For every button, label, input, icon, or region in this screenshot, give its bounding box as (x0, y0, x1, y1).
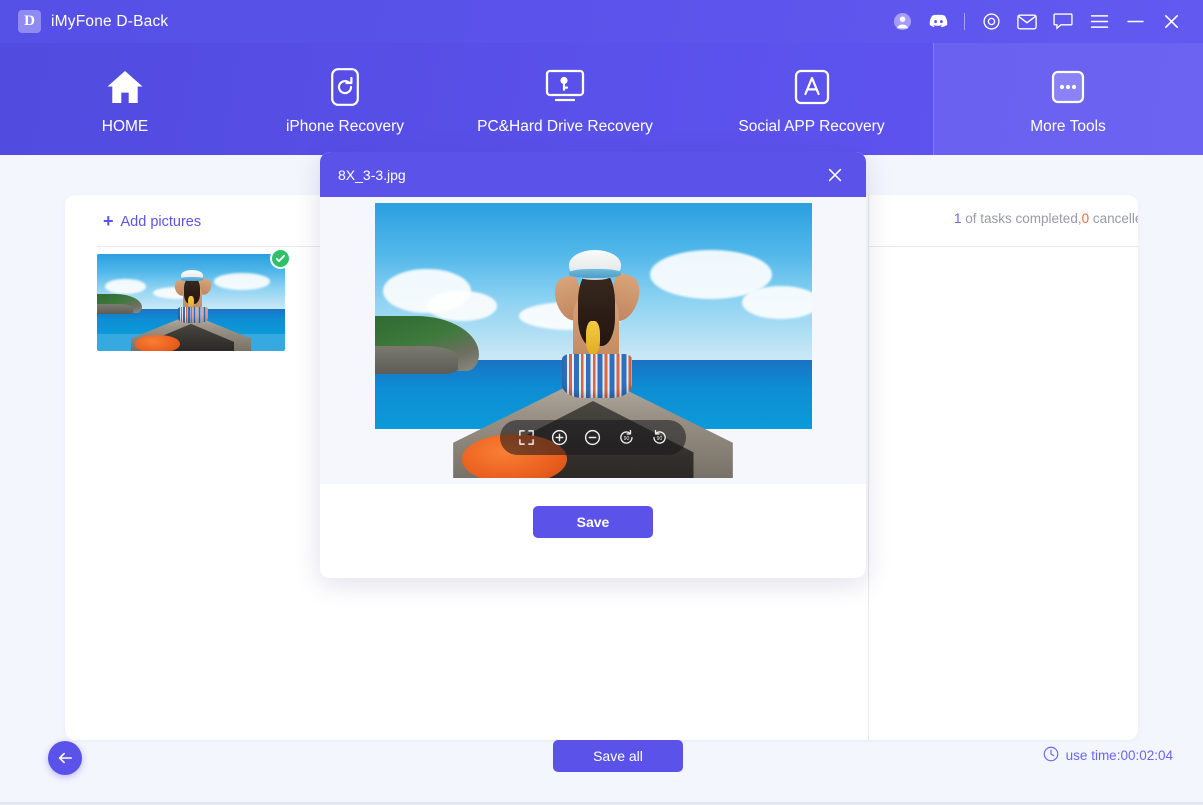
home-icon (104, 67, 146, 107)
nav-item-home[interactable]: HOME (0, 43, 250, 155)
appstore-icon (794, 67, 830, 107)
add-pictures-label: Add pictures (120, 214, 202, 230)
rotate-left-90-icon[interactable]: 90 (615, 426, 638, 449)
modal-close-icon[interactable] (822, 162, 848, 188)
task-status-text: 1 of tasks completed,0 cancelled (954, 211, 1138, 226)
save-button[interactable]: Save (533, 506, 653, 538)
minimize-icon[interactable] (1117, 0, 1153, 43)
brand: D iMyFone D-Back (18, 10, 168, 33)
modal-body: 90 90 (320, 197, 866, 484)
titlebar-divider (964, 13, 965, 30)
modal-file-name: 8X_3-3.jpg (338, 166, 406, 183)
status-text-end: cancelled (1092, 211, 1138, 226)
back-button[interactable] (48, 741, 82, 775)
nav-item-iphone-recovery[interactable]: iPhone Recovery (250, 43, 440, 155)
beach-boat-photo-thumbnail[interactable] (97, 254, 285, 351)
nav-item-social-app-recovery[interactable]: Social APP Recovery (690, 43, 933, 155)
monitor-key-icon (545, 67, 585, 107)
title-bar: D iMyFone D-Back (0, 0, 1203, 43)
tasks-panel: 1 of tasks completed,0 cancelled (869, 195, 1138, 740)
app-title: iMyFone D-Back (51, 12, 169, 30)
modal-header: 8X_3-3.jpg (320, 152, 866, 197)
use-time-label: use time:00:02:04 (1065, 748, 1173, 763)
discord-icon[interactable] (920, 0, 956, 43)
titlebar-actions (884, 0, 1203, 43)
save-all-button[interactable]: Save all (553, 740, 683, 772)
close-icon[interactable] (1153, 0, 1189, 43)
image-preview[interactable]: 90 90 (374, 203, 812, 478)
fit-screen-icon[interactable] (515, 426, 538, 449)
cancelled-count: 0 (1081, 211, 1090, 226)
image-preview-modal: 8X_3-3.jpg 90 90 Save (320, 152, 866, 578)
nav-label-pc-hard-drive-recovery: PC&Hard Drive Recovery (477, 117, 653, 135)
use-time-indicator: use time:00:02:04 (1043, 746, 1173, 765)
account-avatar-icon[interactable] (884, 0, 920, 43)
nav-label-iphone-recovery: iPhone Recovery (285, 117, 405, 135)
selected-check-badge (270, 248, 291, 269)
nav-item-pc-hard-drive-recovery[interactable]: PC&Hard Drive Recovery (440, 43, 690, 155)
add-pictures-button[interactable]: + Add pictures (103, 211, 202, 231)
image-toolbar: 90 90 (500, 420, 686, 455)
footer-bar: Save all use time:00:02:04 (0, 740, 1203, 805)
nav-label-social-app-recovery: Social APP Recovery (738, 117, 885, 135)
menu-hamburger-icon[interactable] (1081, 0, 1117, 43)
nav-label-home: HOME (101, 117, 149, 135)
svg-text:90: 90 (623, 436, 629, 442)
zoom-out-icon[interactable] (581, 426, 604, 449)
mail-icon[interactable] (1009, 0, 1045, 43)
nav-item-more-tools[interactable]: More Tools (933, 43, 1203, 155)
thumbnail-photo (97, 254, 285, 351)
svg-text:90: 90 (657, 436, 663, 442)
app-logo: D (18, 10, 41, 33)
iphone-refresh-icon (331, 67, 359, 107)
nav-label-more-tools: More Tools (1030, 117, 1106, 135)
feedback-chat-icon[interactable] (1045, 0, 1081, 43)
clock-icon (1043, 746, 1059, 765)
completed-count: 1 (954, 211, 962, 226)
zoom-in-icon[interactable] (548, 426, 571, 449)
target-settings-icon[interactable] (973, 0, 1009, 43)
main-navigation: HOME iPhone Recovery PC&Hard Drive Recov… (0, 43, 1203, 155)
tasks-panel-divider (869, 246, 1138, 247)
ellipsis-box-icon (1051, 67, 1085, 107)
rotate-right-90-icon[interactable]: 90 (648, 426, 671, 449)
status-text-middle: of tasks completed, (961, 211, 1082, 226)
plus-icon: + (103, 211, 114, 231)
list-item[interactable] (97, 248, 291, 351)
application-window: D iMyFone D-Back HOME iPhone Recovery PC… (0, 0, 1203, 805)
modal-footer: Save (320, 484, 866, 578)
